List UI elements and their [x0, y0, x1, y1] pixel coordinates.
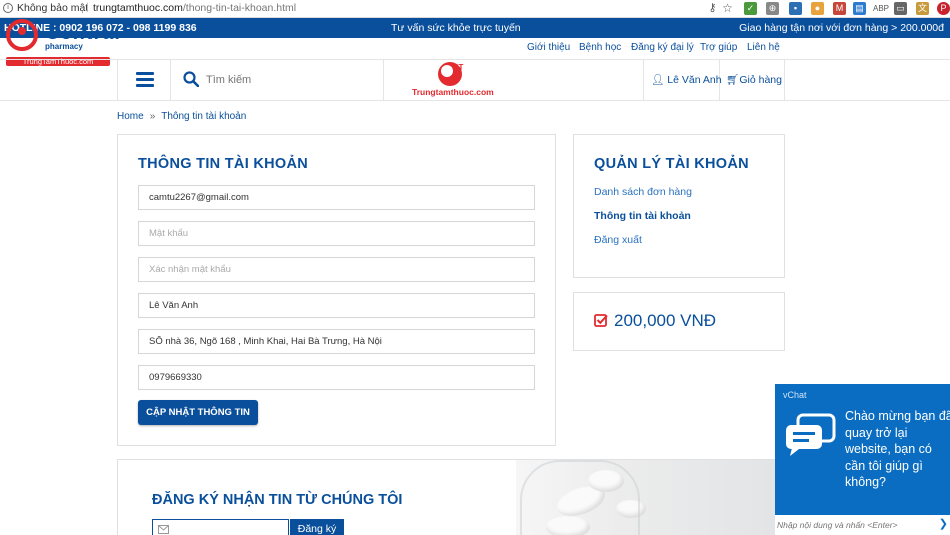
chat-bubble-icon — [786, 413, 836, 456]
subnav-lien-he[interactable]: Liên hệ — [747, 42, 780, 53]
extension-cast-icon[interactable]: ▭ — [894, 2, 907, 15]
extension-abp-icon[interactable]: ABP — [873, 2, 889, 15]
vchat-input-box: ❯ — [775, 515, 950, 535]
extension-translate-icon[interactable]: 文 — [916, 2, 929, 15]
full-name-field[interactable] — [138, 293, 535, 318]
security-label: Không bảo mật — [17, 2, 89, 14]
email-field[interactable] — [138, 185, 535, 210]
gmail-icon[interactable]: M — [833, 2, 846, 15]
browser-address-bar[interactable]: i Không bảo mật | trungtamthuoc.com/thon… — [0, 0, 950, 18]
logout-link[interactable]: Đăng xuất — [594, 234, 642, 246]
account-manage-title: QUẢN LÝ TÀI KHOẢN — [594, 156, 749, 172]
top-info-bar: HOTLINE : 0902 196 072 - 098 1199 836 Tư… — [0, 18, 950, 38]
subnav-tro-giup[interactable]: Trợ giúp — [700, 42, 737, 53]
info-icon[interactable]: i — [3, 3, 13, 13]
header-divider — [117, 60, 118, 101]
vchat-line: cần tôi giúp gì — [845, 458, 923, 473]
confirm-password-field[interactable] — [138, 257, 535, 282]
order-list-link[interactable]: Danh sách đơn hàng — [594, 186, 692, 198]
vchat-line: không? — [845, 475, 887, 489]
extension-shield-icon[interactable]: ✓ — [744, 2, 757, 15]
header-divider — [643, 60, 644, 101]
hamburger-menu-icon[interactable] — [136, 72, 154, 87]
address-field[interactable] — [138, 329, 535, 354]
key-icon[interactable]: ⚷ — [706, 2, 719, 15]
user-account-link[interactable]: 👤︎ Lê Văn Anh — [651, 73, 722, 86]
center-logo[interactable]: 3T Trungtamthuoc.com — [410, 62, 500, 98]
url-host: trungtamthuoc.com — [93, 2, 183, 14]
consult-link[interactable]: Tư vấn sức khỏe trực tuyến — [391, 22, 521, 34]
divider: | — [86, 1, 89, 13]
cart-link[interactable]: 🛒︎Giỏ hàng — [726, 73, 782, 86]
send-icon[interactable]: ❯ — [939, 517, 948, 530]
account-info-title: THÔNG TIN TÀI KHOẢN — [138, 156, 309, 172]
account-info-link[interactable]: Thông tin tài khoản — [594, 210, 691, 222]
vchat-welcome-message: Chào mừng bạn đã quay trở lại website, b… — [845, 408, 950, 491]
center-logo-badge: 3T — [454, 63, 464, 72]
cart-label: Giỏ hàng — [739, 74, 782, 86]
shipping-notice: Giao hàng tận nơi với đơn hàng > 200.000… — [739, 22, 944, 34]
envelope-icon — [158, 525, 169, 534]
extension-notify-icon[interactable]: ● — [811, 2, 824, 15]
pills-image — [516, 460, 776, 535]
user-icon: 👤︎ — [651, 74, 665, 86]
header-divider — [383, 60, 384, 101]
phone-field[interactable] — [138, 365, 535, 390]
extension-gift-icon[interactable]: ⊕ — [766, 2, 779, 15]
header-divider — [784, 60, 785, 101]
logo-mark-icon — [6, 19, 38, 51]
newsletter-section: ĐĂNG KÝ NHẬN TIN TỪ CHÚNG TÔI Đăng ký — [117, 459, 777, 535]
newsletter-email-input[interactable] — [152, 519, 289, 535]
user-name: Lê Văn Anh — [667, 74, 722, 86]
vchat-brand: vChat — [783, 390, 807, 400]
center-logo-text: Trungtamthuoc.com — [412, 87, 494, 97]
header-divider — [170, 60, 171, 101]
extension-doc-icon[interactable]: ▤ — [853, 2, 866, 15]
breadcrumb-separator: » — [149, 111, 156, 122]
balance-amount: 200,000 VNĐ — [614, 311, 717, 330]
vchat-line: website, bạn có — [845, 442, 932, 456]
breadcrumb-home[interactable]: Home — [117, 111, 144, 122]
vchat-widget[interactable]: vChat Chào mừng bạn đã quay trở lại webs… — [775, 384, 950, 535]
update-info-button[interactable]: CẬP NHẬT THÔNG TIN — [138, 400, 258, 425]
subnav-benh-hoc[interactable]: Bệnh học — [579, 42, 621, 53]
newsletter-subscribe-button[interactable]: Đăng ký — [290, 519, 344, 535]
search-input[interactable] — [206, 70, 376, 90]
newsletter-title: ĐĂNG KÝ NHẬN TIN TỪ CHÚNG TÔI — [152, 492, 403, 508]
search-icon[interactable] — [183, 71, 199, 87]
cart-icon: 🛒︎ — [726, 74, 740, 86]
breadcrumb: Home » Thông tin tài khoản — [117, 111, 246, 122]
checkbox-checked-icon — [594, 314, 608, 327]
url-path: /thong-tin-tai-khoan.html — [182, 2, 297, 14]
vchat-line: quay trở lại — [845, 425, 908, 440]
subnav-dang-ky-dai-ly[interactable]: Đăng ký đại lý — [631, 42, 694, 53]
password-field[interactable] — [138, 221, 535, 246]
vchat-message-input[interactable] — [777, 517, 937, 533]
breadcrumb-current[interactable]: Thông tin tài khoản — [161, 111, 246, 122]
url-text[interactable]: trungtamthuoc.com/thong-tin-tai-khoan.ht… — [93, 2, 296, 14]
logo-sub: pharmacy — [45, 42, 83, 51]
subnav-gioi-thieu[interactable]: Giới thiệu — [527, 42, 570, 53]
extension-box-icon[interactable]: ▪ — [789, 2, 802, 15]
vchat-line: Chào mừng bạn đã — [845, 409, 950, 423]
star-icon[interactable]: ☆ — [721, 2, 734, 15]
pinterest-icon[interactable]: P — [937, 2, 950, 15]
